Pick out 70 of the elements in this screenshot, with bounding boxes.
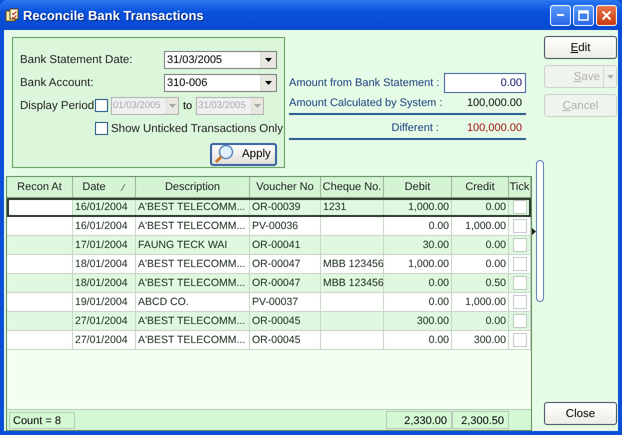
field-label: Bank Account: xyxy=(20,76,95,88)
column-header[interactable]: Description xyxy=(136,177,250,197)
search-icon xyxy=(214,144,236,164)
summary-value: 100,000.00 xyxy=(466,97,523,109)
close-icon xyxy=(601,10,612,20)
dropdown-arrow-icon xyxy=(169,104,176,108)
column-header[interactable]: Date xyxy=(73,177,136,197)
apply-button[interactable]: Apply xyxy=(210,142,277,166)
table-row[interactable]: 16/01/2004 A'BEST TELECOMM... OR-00039 1231 1,000.00 0.00 xyxy=(7,198,531,217)
combo-value: 31/03/2005 xyxy=(166,54,224,66)
document-icon xyxy=(5,8,19,22)
column-label: Date xyxy=(82,181,106,193)
column-header[interactable]: Tick xyxy=(509,177,531,197)
table-row[interactable]: 18/01/2004 A'BEST TELECOMM... OR-00047 MBB 123456 0.00 0.50 xyxy=(7,274,531,293)
column-label: Description xyxy=(164,181,220,193)
minimize-button[interactable] xyxy=(550,4,571,26)
sort-icon xyxy=(120,184,126,190)
maximize-button[interactable] xyxy=(573,4,594,26)
total-value: 2,300.50 xyxy=(452,411,509,429)
splitter-handle[interactable] xyxy=(536,160,544,302)
table-row[interactable]: 27/01/2004 A'BEST TELECOMM... OR-00045 0.00 300.00 xyxy=(7,331,531,350)
combo-value: 310-006 xyxy=(166,76,208,88)
column-label: Recon At xyxy=(17,181,62,193)
dropdown-arrow-icon xyxy=(254,104,262,108)
column-label: Debit xyxy=(404,181,430,193)
combo-value: 01/03/2005 xyxy=(112,100,162,111)
summary-label: Different : xyxy=(289,122,444,136)
combo-value: 31/03/2005 xyxy=(197,100,247,111)
dropdown-arrow-icon xyxy=(265,80,272,84)
column-label: Tick xyxy=(510,181,530,193)
column-header[interactable]: Debit xyxy=(384,177,452,197)
date-dropdown[interactable]: 31/03/2005 xyxy=(164,50,277,68)
separator-label: to xyxy=(183,100,192,112)
dropdown-arrow-icon xyxy=(606,74,614,78)
table-cell: 300.00 xyxy=(452,331,509,350)
account-dropdown[interactable]: 310-006 xyxy=(164,74,277,92)
checkbox[interactable] xyxy=(95,122,108,135)
summary-value: 100,000.00 xyxy=(466,122,523,134)
summary-label: Amount from Bank Statement : xyxy=(289,77,440,89)
record-count: Count = 8 xyxy=(9,412,75,428)
close-button[interactable] xyxy=(596,4,617,26)
table-row[interactable]: 16/01/2004 A'BEST TELECOMM... PV-00036 0.00 1,000.00 xyxy=(7,217,531,236)
minimize-icon xyxy=(557,14,564,16)
maximize-icon xyxy=(578,10,589,20)
column-header[interactable]: Cheque No. xyxy=(321,177,384,197)
table-cell: 0.00 xyxy=(384,331,452,350)
checkbox-label: Show Unticked Transactions Only xyxy=(111,122,283,134)
table-row[interactable]: 17/01/2004 FAUNG TECK WAI OR-00041 30.00 0.00 xyxy=(7,236,531,255)
column-label: Credit xyxy=(465,181,495,193)
amount-field[interactable]: 0.00 xyxy=(444,73,526,93)
close-dialog-button[interactable]: Close xyxy=(544,402,617,425)
expand-arrow-icon xyxy=(532,228,536,235)
summary-label: Amount Calculated by System : xyxy=(289,97,444,111)
column-label: Voucher No xyxy=(256,181,314,193)
column-label: Cheque No. xyxy=(322,181,382,193)
window-title: Reconcile Bank Transactions xyxy=(23,8,205,22)
action-button[interactable]: Edit xyxy=(544,36,617,59)
table-cell: OR-00045 xyxy=(250,331,321,350)
table-row[interactable]: 18/01/2004 A'BEST TELECOMM... OR-00047 MBB 123456 1,000.00 0.00 xyxy=(7,255,531,274)
column-header[interactable]: Credit xyxy=(452,177,509,197)
table-row[interactable]: 27/01/2004 A'BEST TELECOMM... OR-00045 300.00 0.00 xyxy=(7,312,531,331)
column-header[interactable]: Voucher No xyxy=(250,177,321,197)
field-label: Bank Statement Date: xyxy=(20,54,134,66)
column-header[interactable]: Recon At xyxy=(7,177,73,197)
table-cell: A'BEST TELECOMM... xyxy=(136,331,250,350)
table-row[interactable]: 19/01/2004 ABCD CO. PV-00037 0.00 1,000.00 xyxy=(7,293,531,312)
field-label: Display Period xyxy=(20,100,95,112)
table-cell: 27/01/2004 xyxy=(73,331,136,350)
dropdown-arrow-icon xyxy=(265,58,272,62)
total-value: 2,330.00 xyxy=(386,411,452,429)
